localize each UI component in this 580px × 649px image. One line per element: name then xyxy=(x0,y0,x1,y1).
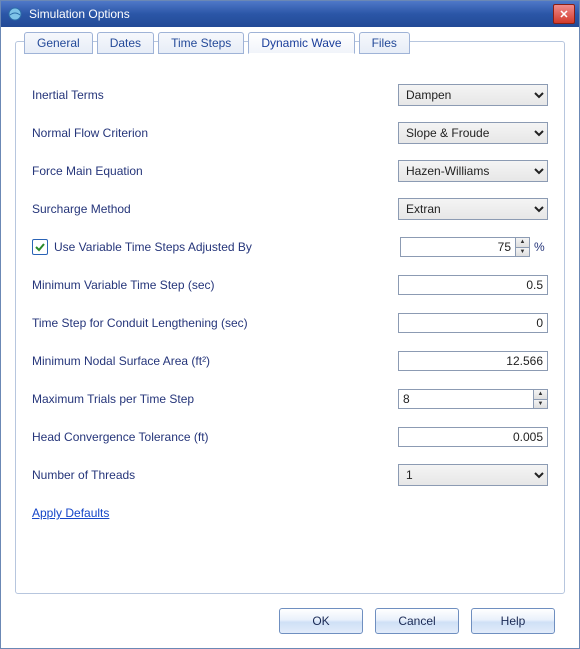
options-panel: General Dates Time Steps Dynamic Wave Fi… xyxy=(15,41,565,594)
row-surcharge: Surcharge Method Extran xyxy=(32,190,548,228)
row-min-variable-step: Minimum Variable Time Step (sec) xyxy=(32,266,548,304)
row-conduit-lengthening: Time Step for Conduit Lengthening (sec) xyxy=(32,304,548,342)
input-max-trials[interactable] xyxy=(398,389,548,409)
window-title: Simulation Options xyxy=(29,7,553,21)
label-surcharge: Surcharge Method xyxy=(32,202,390,216)
label-normal-flow: Normal Flow Criterion xyxy=(32,126,390,140)
spin-down-adjusted-by[interactable]: ▼ xyxy=(515,248,529,257)
input-adjusted-by[interactable] xyxy=(400,237,530,257)
tab-time-steps[interactable]: Time Steps xyxy=(158,32,244,54)
button-bar: OK Cancel Help xyxy=(15,594,565,648)
simulation-options-window: Simulation Options ✕ General Dates Time … xyxy=(0,0,580,649)
row-max-trials: Maximum Trials per Time Step ▲ ▼ xyxy=(32,380,548,418)
spin-up-adjusted-by[interactable]: ▲ xyxy=(515,238,529,248)
chevron-down-icon: ▼ xyxy=(538,401,544,407)
label-inertial-terms: Inertial Terms xyxy=(32,88,390,102)
row-inertial-terms: Inertial Terms Dampen xyxy=(32,76,548,114)
check-icon xyxy=(35,242,45,252)
cancel-button[interactable]: Cancel xyxy=(375,608,459,634)
label-use-variable-step: Use Variable Time Steps Adjusted By xyxy=(54,240,252,254)
close-button[interactable]: ✕ xyxy=(553,4,575,24)
close-icon: ✕ xyxy=(559,8,568,21)
spin-up-max-trials[interactable]: ▲ xyxy=(533,390,547,400)
row-num-threads: Number of Threads 1 xyxy=(32,456,548,494)
label-min-nodal-area: Minimum Nodal Surface Area (ft²) xyxy=(32,354,390,368)
row-use-variable-step: Use Variable Time Steps Adjusted By ▲ ▼ … xyxy=(32,228,548,266)
input-head-convergence[interactable] xyxy=(398,427,548,447)
label-min-variable-step: Minimum Variable Time Step (sec) xyxy=(32,278,390,292)
input-min-nodal-area[interactable] xyxy=(398,351,548,371)
client-area: General Dates Time Steps Dynamic Wave Fi… xyxy=(1,27,579,648)
link-apply-defaults[interactable]: Apply Defaults xyxy=(32,506,109,520)
label-percent: % xyxy=(534,240,548,254)
chevron-down-icon: ▼ xyxy=(520,249,526,255)
tab-dynamic-wave[interactable]: Dynamic Wave xyxy=(248,32,354,54)
label-max-trials: Maximum Trials per Time Step xyxy=(32,392,390,406)
label-num-threads: Number of Threads xyxy=(32,468,390,482)
label-head-convergence: Head Convergence Tolerance (ft) xyxy=(32,430,390,444)
select-force-main[interactable]: Hazen-Williams xyxy=(398,160,548,182)
row-head-convergence: Head Convergence Tolerance (ft) xyxy=(32,418,548,456)
checkbox-use-variable-step[interactable] xyxy=(32,239,48,255)
label-conduit-lengthening: Time Step for Conduit Lengthening (sec) xyxy=(32,316,390,330)
chevron-up-icon: ▲ xyxy=(538,391,544,397)
input-conduit-lengthening[interactable] xyxy=(398,313,548,333)
row-normal-flow: Normal Flow Criterion Slope & Froude xyxy=(32,114,548,152)
select-num-threads[interactable]: 1 xyxy=(398,464,548,486)
tab-files[interactable]: Files xyxy=(359,32,410,54)
input-min-variable-step[interactable] xyxy=(398,275,548,295)
label-force-main: Force Main Equation xyxy=(32,164,390,178)
app-icon xyxy=(7,6,23,22)
help-button[interactable]: Help xyxy=(471,608,555,634)
select-inertial-terms[interactable]: Dampen xyxy=(398,84,548,106)
spin-down-max-trials[interactable]: ▼ xyxy=(533,400,547,409)
tab-dates[interactable]: Dates xyxy=(97,32,154,54)
titlebar: Simulation Options ✕ xyxy=(1,1,579,27)
ok-button[interactable]: OK xyxy=(279,608,363,634)
tabstrip: General Dates Time Steps Dynamic Wave Fi… xyxy=(24,32,410,54)
chevron-up-icon: ▲ xyxy=(520,239,526,245)
tab-general[interactable]: General xyxy=(24,32,93,54)
select-surcharge[interactable]: Extran xyxy=(398,198,548,220)
row-min-nodal-area: Minimum Nodal Surface Area (ft²) xyxy=(32,342,548,380)
row-force-main: Force Main Equation Hazen-Williams xyxy=(32,152,548,190)
select-normal-flow[interactable]: Slope & Froude xyxy=(398,122,548,144)
